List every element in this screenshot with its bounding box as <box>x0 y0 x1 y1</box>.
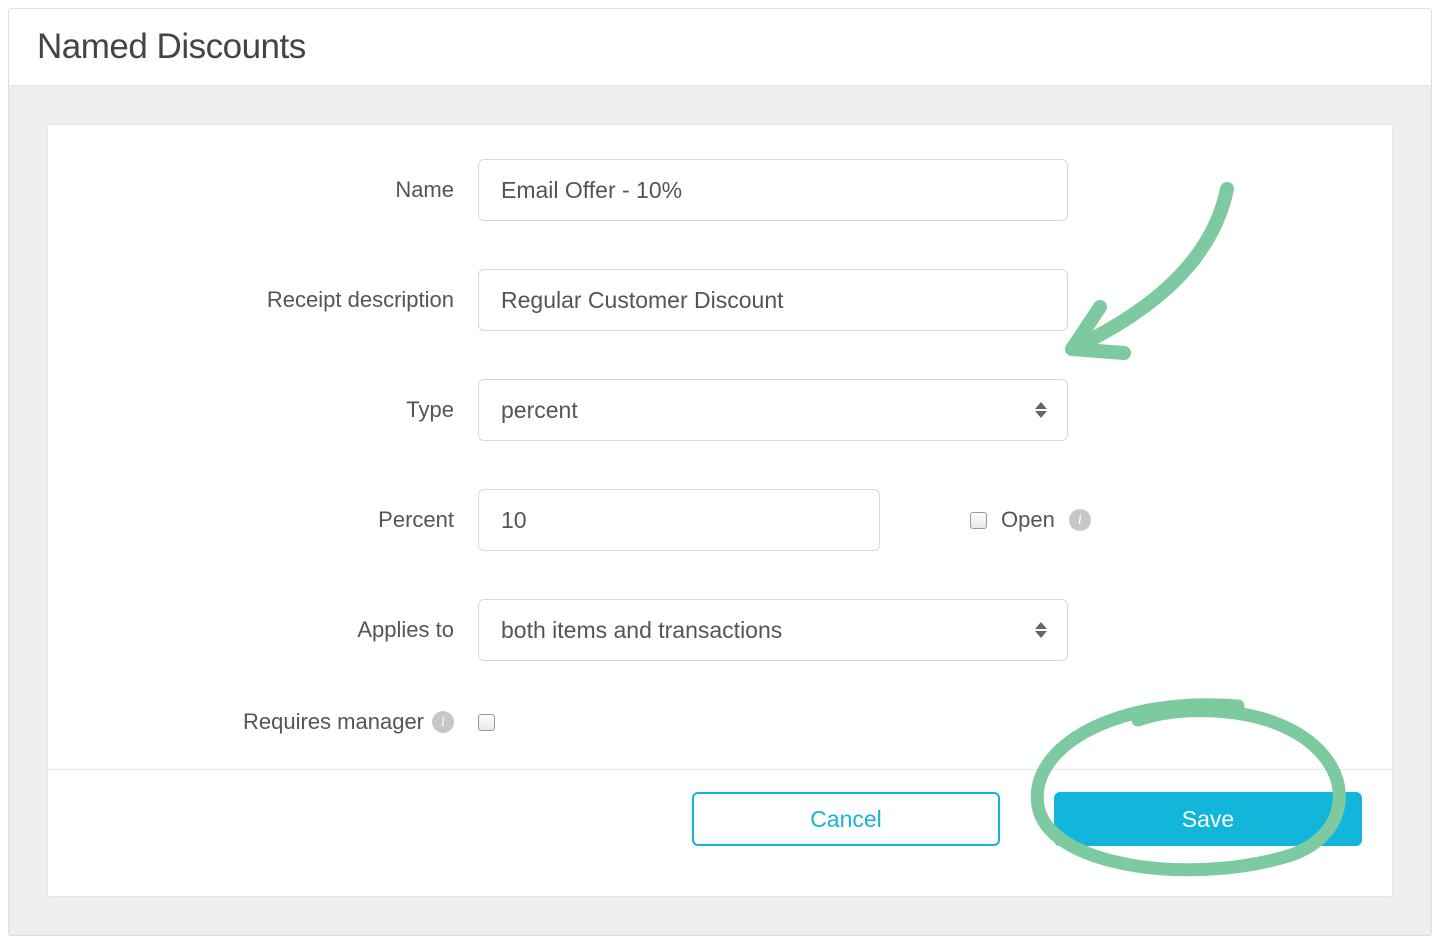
open-group: Open i <box>970 507 1091 533</box>
title-bar: Named Discounts <box>9 9 1431 86</box>
open-checkbox[interactable] <box>970 512 987 529</box>
label-percent: Percent <box>88 507 478 533</box>
label-open: Open <box>1001 507 1055 533</box>
row-receipt: Receipt description <box>88 269 1352 331</box>
receipt-description-input[interactable] <box>478 269 1068 331</box>
row-name: Name <box>88 159 1352 221</box>
form-footer: Cancel Save <box>48 769 1392 868</box>
applies-to-select[interactable]: both items and transactions <box>478 599 1068 661</box>
cancel-button[interactable]: Cancel <box>692 792 1000 846</box>
info-icon[interactable]: i <box>1069 509 1091 531</box>
page-title: Named Discounts <box>37 27 1403 67</box>
label-name: Name <box>88 177 478 203</box>
label-requires-manager: Requires manager i <box>88 709 478 735</box>
save-button[interactable]: Save <box>1054 792 1362 846</box>
window: Named Discounts Name Receipt description <box>8 8 1432 936</box>
row-requires-manager: Requires manager i <box>88 709 1352 735</box>
chevron-updown-icon <box>1035 402 1047 418</box>
type-select-value: percent <box>501 397 578 424</box>
applies-to-value: both items and transactions <box>501 617 782 644</box>
label-type: Type <box>88 397 478 423</box>
row-applies: Applies to both items and transactions <box>88 599 1352 661</box>
body: Name Receipt description Type <box>9 86 1431 935</box>
label-receipt: Receipt description <box>88 287 478 313</box>
percent-input[interactable] <box>478 489 880 551</box>
type-select[interactable]: percent <box>478 379 1068 441</box>
chevron-updown-icon <box>1035 622 1047 638</box>
row-percent: Percent Open i <box>88 489 1352 551</box>
name-input[interactable] <box>478 159 1068 221</box>
requires-manager-checkbox[interactable] <box>478 714 495 731</box>
info-icon[interactable]: i <box>432 711 454 733</box>
row-type: Type percent <box>88 379 1352 441</box>
form-card: Name Receipt description Type <box>47 124 1393 897</box>
label-applies: Applies to <box>88 617 478 643</box>
